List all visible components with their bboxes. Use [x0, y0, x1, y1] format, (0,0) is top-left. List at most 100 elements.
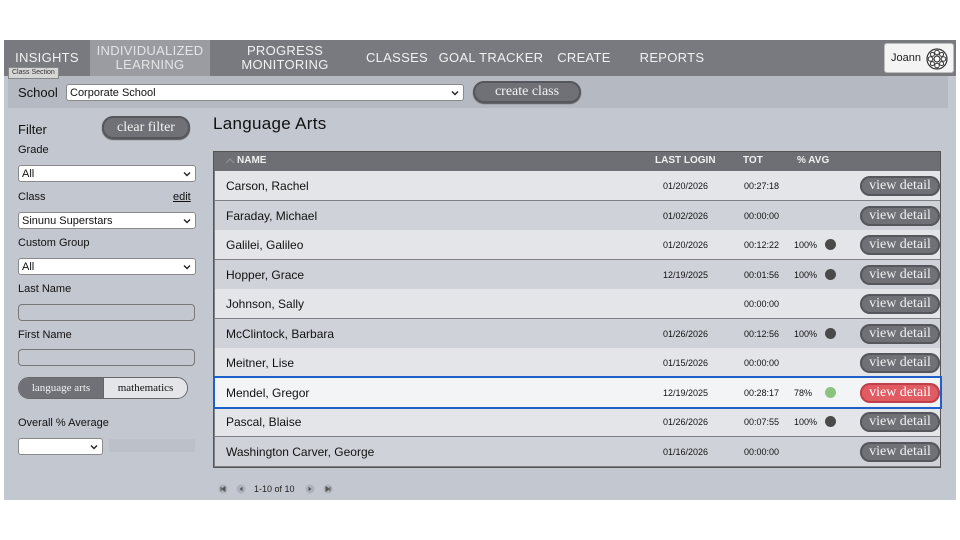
column-name[interactable]: NAME: [237, 155, 266, 166]
clear-filter-button[interactable]: clear filter: [102, 116, 190, 139]
last-name-label: Last Name: [18, 283, 72, 295]
grade-select[interactable]: All: [18, 165, 196, 182]
student-name: Washington Carver, George: [226, 444, 375, 459]
avg-status-dot: [825, 386, 836, 398]
table-header: NAME LAST LOGIN TOT % AVG: [214, 152, 940, 171]
last-page-icon[interactable]: [323, 484, 333, 494]
filter-panel: Filter clear filter Grade All Class edit…: [4, 108, 208, 500]
table-row[interactable]: Galilei, Galileo 01/20/2026 00:12:22 100% vi…: [215, 230, 940, 259]
table-row[interactable]: Pascal, Blaise 01/26/2026 00:07:55 100% view…: [215, 407, 940, 436]
chevron-down-icon: [90, 444, 98, 449]
table-row[interactable]: Hopper, Grace 12/19/2025 00:01:56 100% view …: [215, 259, 940, 289]
tooltip-class-section: Class Section: [8, 67, 59, 79]
user-menu-button[interactable]: Joann: [884, 43, 954, 73]
last-login: 01/20/2026: [663, 181, 709, 191]
view-detail-button[interactable]: view detail: [860, 441, 940, 462]
page-title: Language Arts: [213, 114, 327, 133]
nav-classes[interactable]: CLASSES: [356, 40, 438, 76]
view-detail-button[interactable]: view detail: [860, 412, 940, 432]
first-name-label: First Name: [18, 329, 72, 341]
nav-progress-monitoring[interactable]: PROGRESS MONITORING: [230, 40, 340, 76]
column-avg[interactable]: % AVG: [797, 155, 829, 166]
prev-page-icon[interactable]: [236, 484, 246, 494]
student-name: Meitner, Lise: [226, 356, 295, 370]
last-login: 12/19/2025: [663, 269, 709, 280]
nav-individualized-learning[interactable]: INDIVIDUALIZED LEARNING: [90, 40, 210, 76]
table-row[interactable]: Faraday, Michael 01/02/2026 00:00:00 view d…: [215, 200, 940, 230]
grade-label: Grade: [18, 144, 49, 156]
time-on-task: 00:00:00: [744, 358, 780, 368]
view-detail-button[interactable]: view detail: [860, 235, 940, 255]
sort-icon[interactable]: [225, 157, 235, 166]
student-name: Hopper, Grace: [226, 267, 305, 282]
time-on-task: 00:00:00: [744, 446, 780, 457]
table-row[interactable]: Mendel, Gregor 12/19/2025 00:28:17 78% view …: [213, 375, 942, 409]
student-name: McClintock, Barbara: [226, 326, 335, 341]
overall-average-slider[interactable]: [109, 439, 195, 452]
last-login: 01/16/2026: [663, 446, 709, 457]
overall-average-select[interactable]: [18, 438, 103, 455]
custom-group-select-value: All: [22, 260, 35, 273]
filter-title: Filter: [18, 122, 47, 137]
class-select[interactable]: Sinunu Superstars: [18, 212, 196, 229]
table-row[interactable]: Washington Carver, George 01/16/2026 00:00…: [215, 436, 940, 466]
user-name: Joann: [891, 52, 921, 64]
edit-class-link[interactable]: edit: [173, 191, 191, 203]
school-label: School: [18, 85, 58, 100]
user-avatar-icon: [926, 48, 948, 70]
avg-percent: 100%: [794, 269, 818, 280]
time-on-task: 00:12:56: [744, 328, 780, 339]
avg-percent: 100%: [794, 417, 818, 427]
view-detail-button[interactable]: view detail: [860, 176, 940, 196]
avg-percent: 100%: [794, 240, 818, 250]
avg-status-dot: [825, 327, 836, 339]
student-table: NAME LAST LOGIN TOT % AVG Carson, Rachel…: [213, 151, 942, 468]
chevron-down-icon: [183, 264, 191, 269]
last-login: 01/26/2026: [663, 417, 709, 427]
time-on-task: 00:27:18: [744, 181, 780, 191]
time-on-task: 00:12:22: [744, 240, 780, 250]
table-row[interactable]: McClintock, Barbara 01/26/2026 00:12:56 100…: [215, 318, 940, 348]
first-name-input[interactable]: [18, 349, 195, 366]
nav-goal-tracker[interactable]: GOAL TRACKER: [438, 40, 544, 76]
avg-status-dot: [825, 239, 836, 250]
student-name: Galilei, Galileo: [226, 238, 304, 252]
class-select-value: Sinunu Superstars: [22, 214, 113, 227]
custom-group-select[interactable]: All: [18, 258, 196, 275]
chevron-down-icon: [183, 171, 191, 176]
chevron-down-icon: [451, 90, 459, 95]
column-last-login[interactable]: LAST LOGIN: [655, 155, 716, 166]
time-on-task: 00:00:00: [744, 299, 780, 309]
subject-mathematics[interactable]: mathematics: [104, 378, 187, 398]
table-row[interactable]: Meitner, Lise 01/15/2026 00:00:00 view deta…: [215, 348, 940, 377]
view-detail-button[interactable]: view detail: [860, 264, 940, 285]
grade-select-value: All: [22, 167, 35, 180]
subject-language-arts[interactable]: language arts: [19, 378, 104, 398]
last-login: 12/19/2025: [663, 387, 709, 398]
next-page-icon[interactable]: [305, 484, 315, 494]
student-name: Carson, Rachel: [226, 179, 309, 193]
first-page-icon[interactable]: [218, 484, 228, 494]
table-row[interactable]: Johnson, Sally 00:00:00 view detail: [215, 289, 940, 318]
nav-reports[interactable]: REPORTS: [632, 40, 712, 76]
create-class-button[interactable]: create class: [473, 81, 581, 103]
view-detail-button[interactable]: view detail: [860, 294, 940, 314]
view-detail-button[interactable]: view detail: [860, 353, 940, 373]
school-select[interactable]: Corporate School: [66, 84, 464, 101]
class-label: Class: [18, 191, 46, 203]
last-login: 01/20/2026: [663, 240, 709, 250]
column-tot[interactable]: TOT: [743, 155, 763, 166]
app-window: INSIGHTS INDIVIDUALIZED LEARNING PROGRES…: [4, 40, 956, 500]
view-detail-button[interactable]: view detail: [860, 205, 940, 226]
last-login: 01/02/2026: [663, 210, 709, 221]
overall-average-label: Overall % Average: [18, 417, 109, 429]
nav-create[interactable]: CREATE: [552, 40, 616, 76]
last-name-input[interactable]: [18, 304, 195, 321]
pager-text: 1-10 of 10: [254, 484, 295, 494]
view-detail-button[interactable]: view detail: [860, 323, 940, 344]
view-detail-button[interactable]: view detail: [860, 382, 940, 403]
avg-percent: 78%: [794, 387, 813, 398]
school-select-value: Corporate School: [70, 86, 156, 99]
table-row[interactable]: Carson, Rachel 01/20/2026 00:27:18 view det…: [215, 171, 940, 200]
school-bar: School Corporate School create class: [8, 76, 948, 108]
